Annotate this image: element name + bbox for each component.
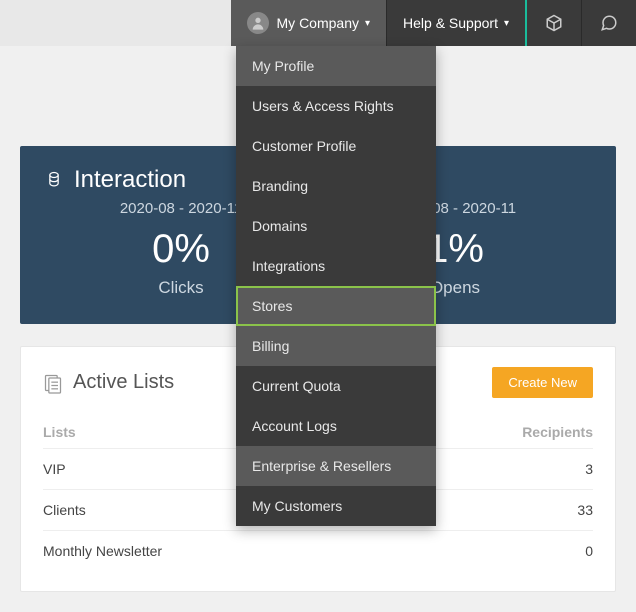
menu-item-integrations[interactable]: Integrations bbox=[236, 246, 436, 286]
avatar-icon bbox=[247, 12, 269, 34]
menu-item-branding[interactable]: Branding bbox=[236, 166, 436, 206]
menu-item-enterprise-resellers[interactable]: Enterprise & Resellers bbox=[236, 446, 436, 486]
chat-icon bbox=[600, 14, 618, 32]
lists-icon bbox=[43, 372, 63, 394]
caret-down-icon: ▾ bbox=[504, 18, 509, 29]
interaction-title: Interaction bbox=[74, 166, 186, 194]
package-icon bbox=[545, 14, 563, 32]
lists-col-header: Lists bbox=[43, 424, 76, 440]
list-count: 3 bbox=[585, 461, 593, 477]
list-row[interactable]: Monthly Newsletter 0 bbox=[43, 531, 593, 571]
company-dropdown: My ProfileUsers & Access RightsCustomer … bbox=[236, 46, 436, 526]
chat-button[interactable] bbox=[581, 0, 636, 46]
menu-item-domains[interactable]: Domains bbox=[236, 206, 436, 246]
company-menu-label: My Company bbox=[277, 15, 359, 31]
package-button[interactable] bbox=[525, 0, 581, 46]
help-menu-trigger[interactable]: Help & Support ▾ bbox=[386, 0, 525, 46]
list-count: 33 bbox=[577, 502, 593, 518]
list-name: Clients bbox=[43, 502, 86, 518]
caret-down-icon: ▾ bbox=[365, 18, 370, 29]
menu-item-current-quota[interactable]: Current Quota bbox=[236, 366, 436, 406]
menu-item-stores[interactable]: Stores bbox=[236, 286, 436, 326]
menu-item-customer-profile[interactable]: Customer Profile bbox=[236, 126, 436, 166]
list-count: 0 bbox=[585, 543, 593, 559]
menu-item-account-logs[interactable]: Account Logs bbox=[236, 406, 436, 446]
recipients-col-header: Recipients bbox=[522, 424, 593, 440]
create-new-button[interactable]: Create New bbox=[492, 367, 593, 398]
list-name: Monthly Newsletter bbox=[43, 543, 162, 559]
topbar: My Company ▾ Help & Support ▾ bbox=[0, 0, 636, 46]
menu-item-my-profile[interactable]: My Profile bbox=[236, 46, 436, 86]
list-name: VIP bbox=[43, 461, 66, 477]
menu-item-users-access-rights[interactable]: Users & Access Rights bbox=[236, 86, 436, 126]
interaction-icon bbox=[44, 168, 64, 192]
active-lists-title: Active Lists bbox=[73, 371, 174, 394]
company-menu-trigger[interactable]: My Company ▾ bbox=[231, 0, 387, 46]
menu-item-my-customers[interactable]: My Customers bbox=[236, 486, 436, 526]
help-menu-label: Help & Support bbox=[403, 15, 498, 31]
menu-item-billing[interactable]: Billing bbox=[236, 326, 436, 366]
